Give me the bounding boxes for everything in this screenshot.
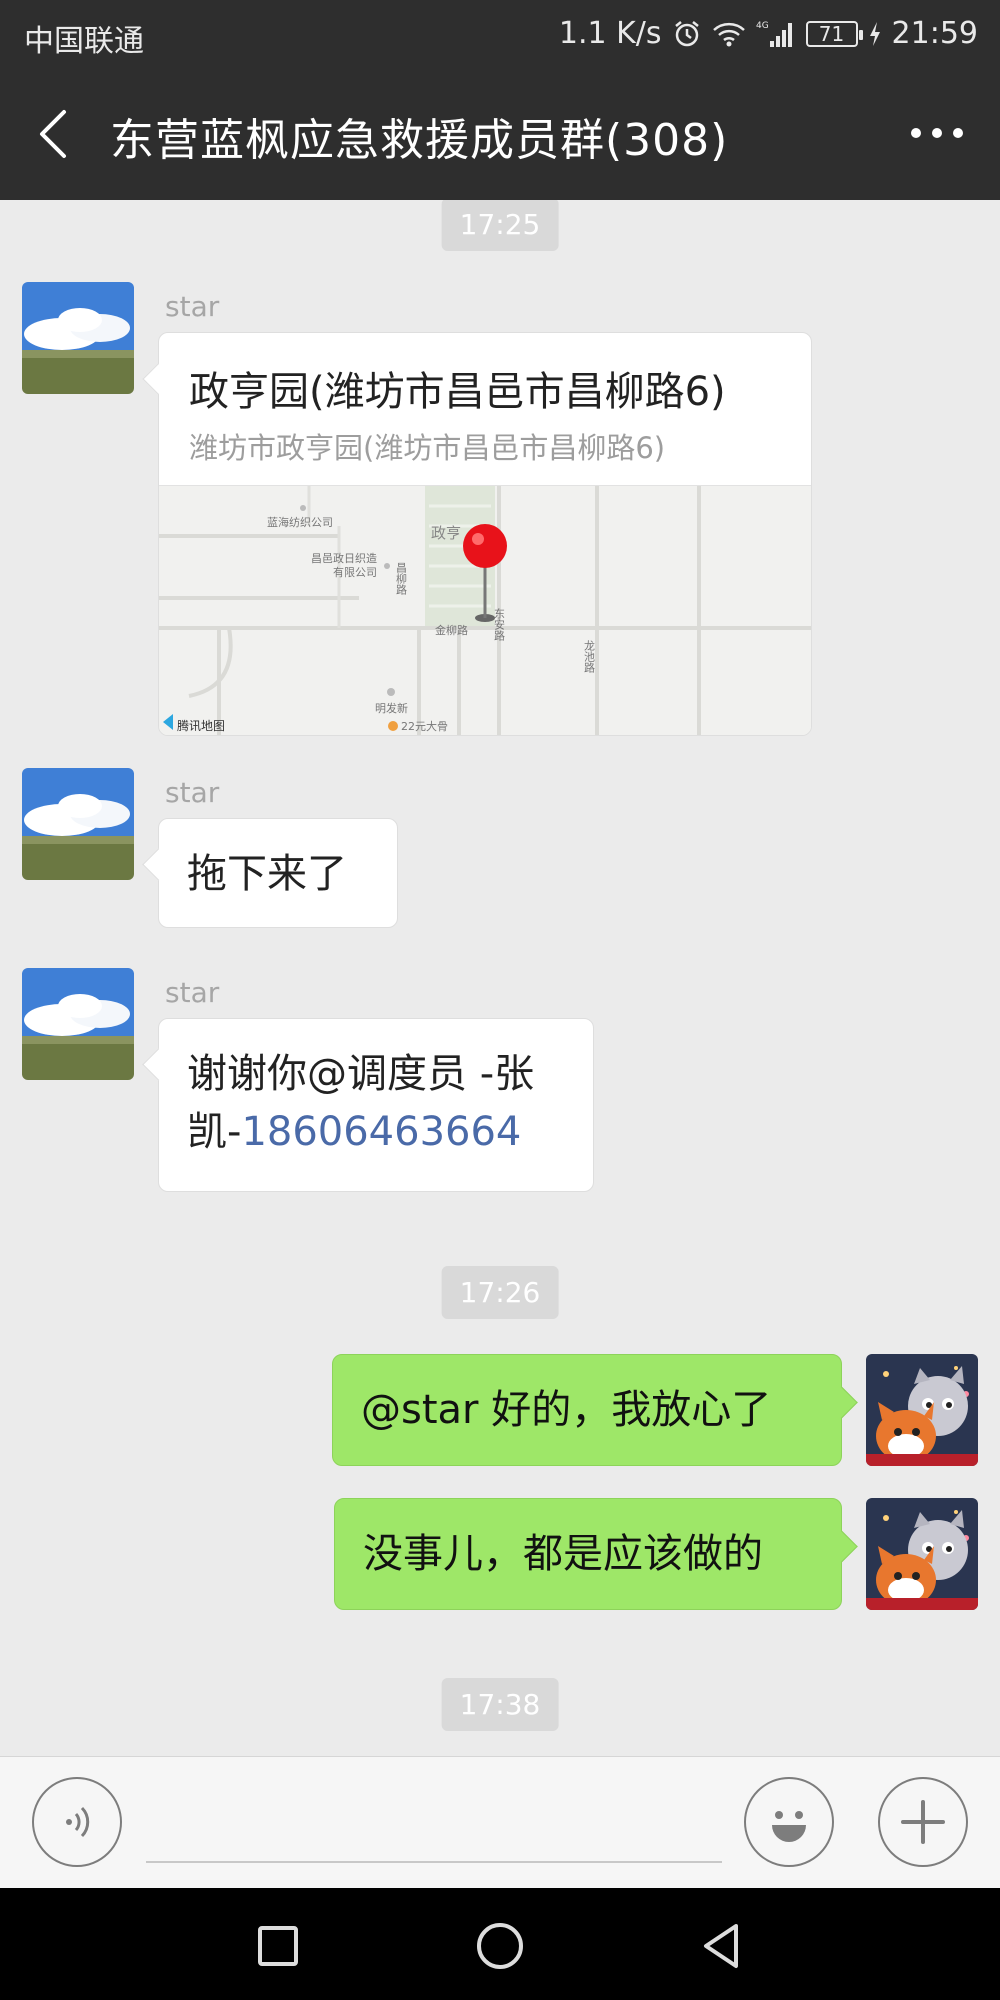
my-message-bubble[interactable]: 没事儿，都是应该做的 bbox=[334, 1498, 842, 1610]
avatar-star[interactable] bbox=[22, 768, 134, 880]
network-type-label: 4G bbox=[756, 21, 769, 31]
chevron-left-icon bbox=[40, 110, 66, 158]
map-brand-label: 腾讯地图 bbox=[177, 718, 225, 733]
timestamp: 17:26 bbox=[441, 1266, 559, 1319]
avatar-star[interactable] bbox=[22, 282, 134, 394]
circle-icon bbox=[477, 1923, 523, 1969]
recents-button[interactable] bbox=[248, 1916, 308, 1976]
message-input[interactable] bbox=[146, 1797, 722, 1863]
back-button[interactable] bbox=[30, 106, 82, 162]
emoji-button[interactable] bbox=[744, 1777, 834, 1867]
nav-back-button[interactable] bbox=[692, 1916, 752, 1976]
map-label-poi: 政亨 bbox=[431, 524, 461, 542]
voice-button[interactable] bbox=[32, 1777, 122, 1867]
sender-name: star bbox=[165, 290, 220, 323]
system-nav-bar bbox=[0, 1888, 1000, 2000]
home-button[interactable] bbox=[470, 1916, 530, 1976]
cartoon-avatar-icon bbox=[866, 1354, 978, 1466]
alarm-icon bbox=[672, 19, 702, 49]
more-dots-icon bbox=[911, 128, 963, 138]
signal-icon: 4G bbox=[756, 19, 796, 49]
more-button[interactable] bbox=[902, 108, 972, 158]
add-button[interactable] bbox=[878, 1777, 968, 1867]
chat-title: 东营蓝枫应急救援成员群(308) bbox=[110, 115, 729, 166]
my-message-bubble[interactable]: @star 好的，我放心了 bbox=[332, 1354, 842, 1466]
map-label-mingfa: 明发新 bbox=[375, 701, 408, 715]
plus-icon bbox=[901, 1800, 945, 1844]
message-bubble[interactable]: 谢谢你@调度员 -张 凯-18606463664 bbox=[158, 1018, 594, 1192]
location-map[interactable]: 蓝海纺织公司 昌邑政日织造 有限公司 昌柳路 政亨 金柳路 东安路 龙池路 明发… bbox=[159, 485, 811, 735]
battery-icon: 71 bbox=[805, 20, 863, 47]
cartoon-avatar-icon bbox=[866, 1498, 978, 1610]
wifi-icon bbox=[712, 20, 746, 48]
map-label-jinliu: 金柳路 bbox=[435, 623, 468, 637]
landscape-avatar-icon bbox=[22, 768, 134, 880]
avatar-me[interactable] bbox=[866, 1354, 978, 1466]
map-label-longchi: 龙池路 bbox=[583, 640, 596, 674]
input-bar bbox=[0, 1756, 1000, 1888]
location-title: 政亨园(潍坊市昌邑市昌柳路6) bbox=[189, 369, 726, 415]
map-label-company2b: 有限公司 bbox=[333, 565, 377, 579]
chat-area[interactable]: 17:25 star 政亨园(潍坊市昌邑市昌柳路6) 潍坊市政亨园(潍坊市昌邑市… bbox=[0, 200, 1000, 1756]
message-text-line1: 谢谢你@调度员 -张 bbox=[187, 1051, 535, 1097]
clock: 21:59 bbox=[891, 16, 978, 51]
battery-level: 71 bbox=[818, 21, 845, 46]
avatar-me[interactable] bbox=[866, 1498, 978, 1610]
sender-name: star bbox=[165, 776, 220, 809]
status-bar: 中国联通 1.1 K/s 4G 71 21:59 bbox=[0, 0, 1000, 68]
carrier-label: 中国联通 bbox=[24, 24, 144, 59]
message-bubble[interactable]: 拖下来了 bbox=[158, 818, 398, 928]
map-label-dongan: 东安路 bbox=[493, 608, 506, 642]
emoji-icon bbox=[772, 1811, 806, 1842]
triangle-back-icon bbox=[704, 1924, 738, 1968]
message-text: 没事儿，都是应该做的 bbox=[363, 1531, 763, 1577]
map-label-dayu: 22元大骨 bbox=[401, 719, 448, 733]
message-text-line2: 凯- bbox=[187, 1109, 242, 1155]
map-label-changliu: 昌柳路 bbox=[395, 562, 408, 596]
status-right: 1.1 K/s 4G 71 21:59 bbox=[559, 16, 978, 51]
square-icon bbox=[258, 1926, 298, 1966]
landscape-avatar-icon bbox=[22, 282, 134, 394]
location-address: 潍坊市政亨园(潍坊市昌邑市昌柳路6) bbox=[189, 431, 666, 465]
timestamp: 17:38 bbox=[441, 1678, 559, 1731]
map-label-company2a: 昌邑政日织造 bbox=[311, 551, 377, 565]
timestamp: 17:25 bbox=[441, 200, 559, 251]
avatar-star[interactable] bbox=[22, 968, 134, 1080]
sender-name: star bbox=[165, 976, 220, 1009]
phone-number-link[interactable]: 18606463664 bbox=[241, 1109, 521, 1155]
map-label-company1: 蓝海纺织公司 bbox=[267, 515, 333, 529]
voice-icon bbox=[66, 1806, 90, 1838]
chat-header: 东营蓝枫应急救援成员群(308) bbox=[0, 68, 1000, 200]
charging-icon bbox=[868, 21, 882, 47]
landscape-avatar-icon bbox=[22, 968, 134, 1080]
message-text: @star 好的，我放心了 bbox=[361, 1387, 772, 1433]
message-text: 拖下来了 bbox=[187, 851, 347, 897]
location-card[interactable]: 政亨园(潍坊市昌邑市昌柳路6) 潍坊市政亨园(潍坊市昌邑市昌柳路6) 蓝海纺织公… bbox=[158, 332, 812, 736]
network-speed: 1.1 K/s bbox=[558, 16, 662, 51]
